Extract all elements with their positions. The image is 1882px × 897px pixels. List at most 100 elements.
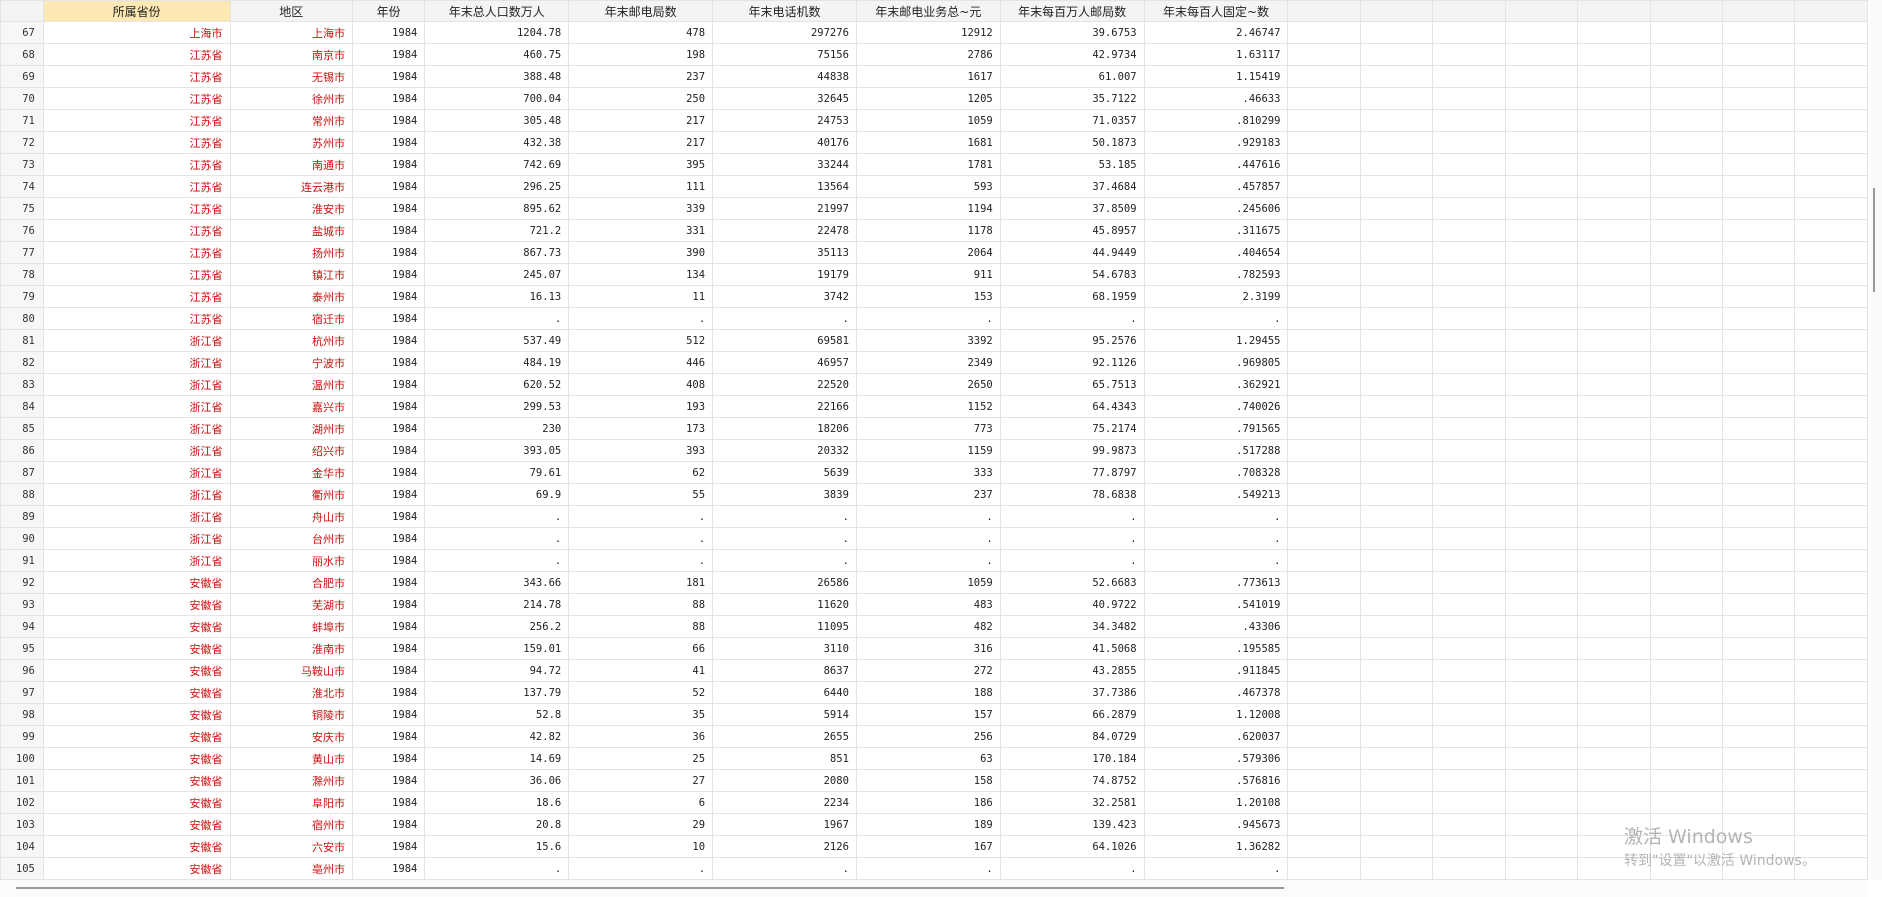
empty-cell[interactable]	[1432, 747, 1506, 770]
empty-cell[interactable]	[1432, 43, 1506, 66]
empty-cell[interactable]	[1432, 527, 1506, 550]
table-row[interactable]: 101 安徽省 滁州市 1984 36.06 27 2080 158 74.8752.57681…	[0, 769, 1868, 792]
cell-telephones[interactable]: .	[712, 549, 857, 572]
cell-telephones[interactable]: 22478	[712, 219, 857, 242]
cell-postal-revenue[interactable]: 2064	[855, 241, 1001, 264]
empty-cell[interactable]	[1359, 417, 1434, 440]
empty-cell[interactable]	[1577, 549, 1651, 572]
cell-offices-per-million[interactable]: 44.9449	[999, 241, 1145, 264]
cell-year[interactable]: 1984	[351, 483, 426, 506]
cell-population[interactable]: 79.61	[424, 461, 570, 484]
cell-post-offices[interactable]: 11	[568, 285, 714, 308]
cell-population[interactable]: 742.69	[424, 153, 570, 176]
table-row[interactable]: 83 浙江省 温州市 1984 620.52 408 22520 2650 65.7513.36…	[0, 373, 1868, 396]
cell-telephones[interactable]: 18206	[712, 417, 857, 440]
empty-cell[interactable]	[1432, 461, 1506, 484]
table-row[interactable]: 75 江苏省 淮安市 1984 895.62 339 21997 1194 37.8509.24…	[0, 197, 1868, 220]
empty-cell[interactable]	[1432, 65, 1506, 88]
cell-region[interactable]: 镇江市	[229, 263, 353, 286]
cell-post-offices[interactable]: .	[568, 307, 714, 330]
cell-region[interactable]: 宿州市	[229, 813, 353, 836]
cell-year[interactable]: 1984	[351, 703, 426, 726]
row-number[interactable]: 86	[0, 439, 44, 462]
empty-cell[interactable]	[1287, 857, 1361, 880]
cell-post-offices[interactable]: .	[568, 549, 714, 572]
empty-cell[interactable]	[1794, 439, 1868, 462]
row-number[interactable]: 104	[0, 835, 44, 858]
cell-offices-per-million[interactable]: 95.2576	[999, 329, 1145, 352]
column-header-empty[interactable]	[1504, 0, 1579, 22]
empty-cell[interactable]	[1577, 43, 1651, 66]
row-number[interactable]: 82	[0, 351, 44, 374]
empty-cell[interactable]	[1287, 241, 1361, 264]
empty-cell[interactable]	[1504, 329, 1579, 352]
cell-population[interactable]: 256.2	[424, 615, 570, 638]
cell-phones-per-hundred[interactable]: .708328	[1143, 461, 1289, 484]
cell-postal-revenue[interactable]: 333	[855, 461, 1001, 484]
cell-postal-revenue[interactable]: 167	[855, 835, 1001, 858]
cell-population[interactable]: 230	[424, 417, 570, 440]
empty-cell[interactable]	[1432, 681, 1506, 704]
empty-cell[interactable]	[1504, 241, 1579, 264]
empty-cell[interactable]	[1504, 109, 1579, 132]
cell-year[interactable]: 1984	[351, 505, 426, 528]
cell-phones-per-hundred[interactable]: .	[1143, 857, 1289, 880]
empty-cell[interactable]	[1649, 747, 1723, 770]
cell-year[interactable]: 1984	[351, 527, 426, 550]
empty-cell[interactable]	[1432, 439, 1506, 462]
column-header-empty[interactable]	[1577, 0, 1651, 22]
empty-cell[interactable]	[1577, 263, 1651, 286]
row-number[interactable]: 97	[0, 681, 44, 704]
empty-cell[interactable]	[1287, 769, 1361, 792]
table-row[interactable]: 99 安徽省 安庆市 1984 42.82 36 2655 256 84.0729.620037	[0, 725, 1868, 748]
cell-post-offices[interactable]: 66	[568, 637, 714, 660]
cell-offices-per-million[interactable]: 64.1026	[999, 835, 1145, 858]
empty-cell[interactable]	[1649, 659, 1723, 682]
empty-cell[interactable]	[1794, 703, 1868, 726]
cell-region[interactable]: 金华市	[229, 461, 353, 484]
empty-cell[interactable]	[1359, 527, 1434, 550]
table-row[interactable]: 84 浙江省 嘉兴市 1984 299.53 193 22166 1152 64.4343.74…	[0, 395, 1868, 418]
cell-postal-revenue[interactable]: 186	[855, 791, 1001, 814]
empty-cell[interactable]	[1721, 637, 1796, 660]
cell-offices-per-million[interactable]: 66.2879	[999, 703, 1145, 726]
empty-cell[interactable]	[1432, 109, 1506, 132]
cell-post-offices[interactable]: 6	[568, 791, 714, 814]
row-number[interactable]: 101	[0, 769, 44, 792]
empty-cell[interactable]	[1649, 527, 1723, 550]
column-header-empty[interactable]	[1794, 0, 1868, 22]
empty-cell[interactable]	[1504, 527, 1579, 550]
column-header-province[interactable]: 所属省份	[42, 0, 231, 22]
cell-offices-per-million[interactable]: 50.1873	[999, 131, 1145, 154]
cell-telephones[interactable]: 5914	[712, 703, 857, 726]
empty-cell[interactable]	[1432, 769, 1506, 792]
cell-region[interactable]: 滁州市	[229, 769, 353, 792]
table-row[interactable]: 89 浙江省 舟山市 1984......	[0, 505, 1868, 528]
cell-phones-per-hundred[interactable]: .362921	[1143, 373, 1289, 396]
cell-province[interactable]: 江苏省	[42, 153, 231, 176]
empty-cell[interactable]	[1359, 505, 1434, 528]
row-number[interactable]: 89	[0, 505, 44, 528]
cell-offices-per-million[interactable]: 64.4343	[999, 395, 1145, 418]
empty-cell[interactable]	[1432, 703, 1506, 726]
empty-cell[interactable]	[1794, 175, 1868, 198]
empty-cell[interactable]	[1649, 65, 1723, 88]
empty-cell[interactable]	[1649, 593, 1723, 616]
cell-postal-revenue[interactable]: 189	[855, 813, 1001, 836]
empty-cell[interactable]	[1432, 615, 1506, 638]
column-header-row-number[interactable]	[0, 0, 44, 22]
empty-cell[interactable]	[1359, 725, 1434, 748]
cell-phones-per-hundred[interactable]: .945673	[1143, 813, 1289, 836]
empty-cell[interactable]	[1721, 65, 1796, 88]
empty-cell[interactable]	[1504, 153, 1579, 176]
cell-phones-per-hundred[interactable]: 2.3199	[1143, 285, 1289, 308]
empty-cell[interactable]	[1287, 307, 1361, 330]
empty-cell[interactable]	[1504, 175, 1579, 198]
empty-cell[interactable]	[1721, 571, 1796, 594]
horizontal-scroll-thumb[interactable]	[16, 887, 1284, 889]
row-number[interactable]: 67	[0, 21, 44, 44]
cell-post-offices[interactable]: 52	[568, 681, 714, 704]
row-number[interactable]: 102	[0, 791, 44, 814]
cell-year[interactable]: 1984	[351, 109, 426, 132]
cell-offices-per-million[interactable]: .	[999, 307, 1145, 330]
